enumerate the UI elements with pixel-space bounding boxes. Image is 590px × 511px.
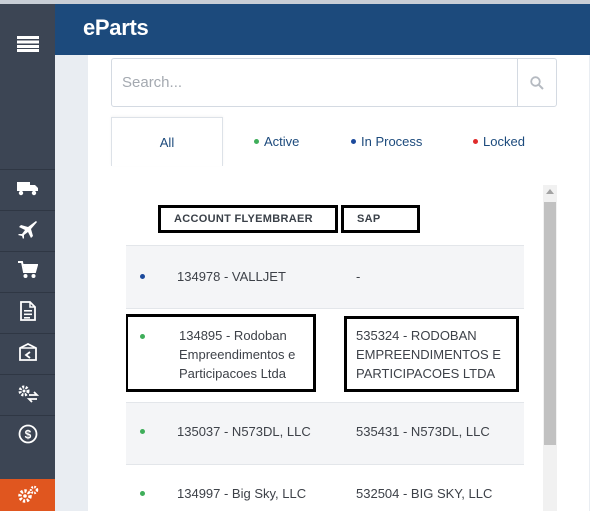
svg-text:$: $ (24, 428, 31, 442)
settings-gears-icon (17, 485, 38, 503)
locked-dot-icon (473, 138, 478, 144)
table-row[interactable]: 134895 - Rodoban Empreendimentos e Parti… (126, 309, 524, 403)
search-input[interactable] (122, 71, 502, 93)
tab-active[interactable]: Active (254, 117, 299, 165)
sap-cell: 535324 - RODOBAN EMPREENDIMENTOS E PARTI… (356, 328, 501, 381)
column-header-account[interactable]: ACCOUNT FLYEMBRAER (158, 205, 338, 233)
sap-cell: 535431 - N573DL, LLC (356, 424, 490, 439)
sidebar-item-finance[interactable]: $ (0, 415, 55, 452)
search-icon (530, 75, 544, 90)
tab-label: Locked (483, 133, 525, 149)
tab-in-process[interactable]: In Process (351, 117, 422, 165)
sap-cell-highlight: 535324 - RODOBAN EMPREENDIMENTOS E PARTI… (344, 316, 519, 392)
scrollbar-thumb[interactable] (544, 202, 556, 445)
column-header-sap[interactable]: SAP (341, 205, 420, 233)
account-cell: 134978 - VALLJET (177, 269, 286, 284)
tab-label: Active (264, 133, 300, 149)
sidebar-item-documents[interactable] (0, 292, 55, 329)
tab-label: In Process (361, 133, 423, 149)
menu-icon (16, 36, 39, 52)
document-icon (19, 301, 36, 321)
status-dot-icon (140, 274, 145, 279)
sidebar-item-settings[interactable] (0, 479, 55, 511)
account-cell: 134997 - Big Sky, LLC (177, 486, 307, 501)
sap-cell: 532504 - BIG SKY, LLC (356, 486, 493, 501)
sidebar-item-shipping[interactable] (0, 169, 55, 206)
status-tabs: All Active In Process Locked (111, 117, 589, 166)
app-header: eParts (55, 4, 590, 55)
account-cell-highlight: 134895 - Rodoban Empreendimentos e Parti… (126, 314, 316, 392)
cart-icon (17, 261, 38, 278)
search-button[interactable] (517, 59, 556, 106)
in-process-dot-icon (351, 138, 356, 144)
return-box-icon (18, 342, 37, 361)
account-cell: 134895 - Rodoban Empreendimentos e Parti… (179, 328, 296, 381)
table-row[interactable]: 134997 - Big Sky, LLC 532504 - BIG SKY, … (126, 465, 524, 511)
gears-exchange-icon (18, 385, 39, 403)
tab-all[interactable]: All (111, 117, 223, 166)
table-scrollbar[interactable] (543, 185, 557, 511)
accounts-table: ACCOUNT FLYEMBRAER SAP 134978 - VALLJET … (126, 183, 524, 511)
sidebar-item-aircraft[interactable] (0, 210, 55, 247)
account-cell: 135037 - N573DL, LLC (177, 424, 311, 439)
table-row[interactable]: 134978 - VALLJET - (126, 246, 524, 309)
airplane-icon (17, 221, 37, 239)
table-row[interactable]: 135037 - N573DL, LLC 535431 - N573DL, LL… (126, 403, 524, 465)
sidebar-item-returns[interactable] (0, 333, 55, 370)
sidebar-item-orders[interactable] (0, 251, 55, 288)
tab-locked[interactable]: Locked (473, 117, 525, 165)
scroll-up-arrow-icon[interactable] (546, 189, 554, 194)
dollar-circle-icon: $ (18, 424, 37, 444)
search-bar (111, 58, 557, 107)
truck-icon (16, 182, 38, 196)
status-dot-icon (140, 429, 145, 434)
accounts-panel: All Active In Process Locked ACCOUNT FLY… (88, 55, 589, 511)
sidebar-item-exchange[interactable] (0, 374, 55, 411)
table-header: ACCOUNT FLYEMBRAER SAP (126, 183, 524, 246)
tab-label: All (159, 134, 175, 150)
active-dot-icon (254, 138, 259, 144)
sidebar: $ (0, 4, 55, 511)
status-dot-icon (140, 491, 145, 496)
menu-toggle-button[interactable] (0, 4, 55, 84)
brand-logo[interactable]: eParts (83, 15, 149, 41)
main-content: All Active In Process Locked ACCOUNT FLY… (55, 55, 590, 511)
sap-cell: - (356, 269, 361, 284)
